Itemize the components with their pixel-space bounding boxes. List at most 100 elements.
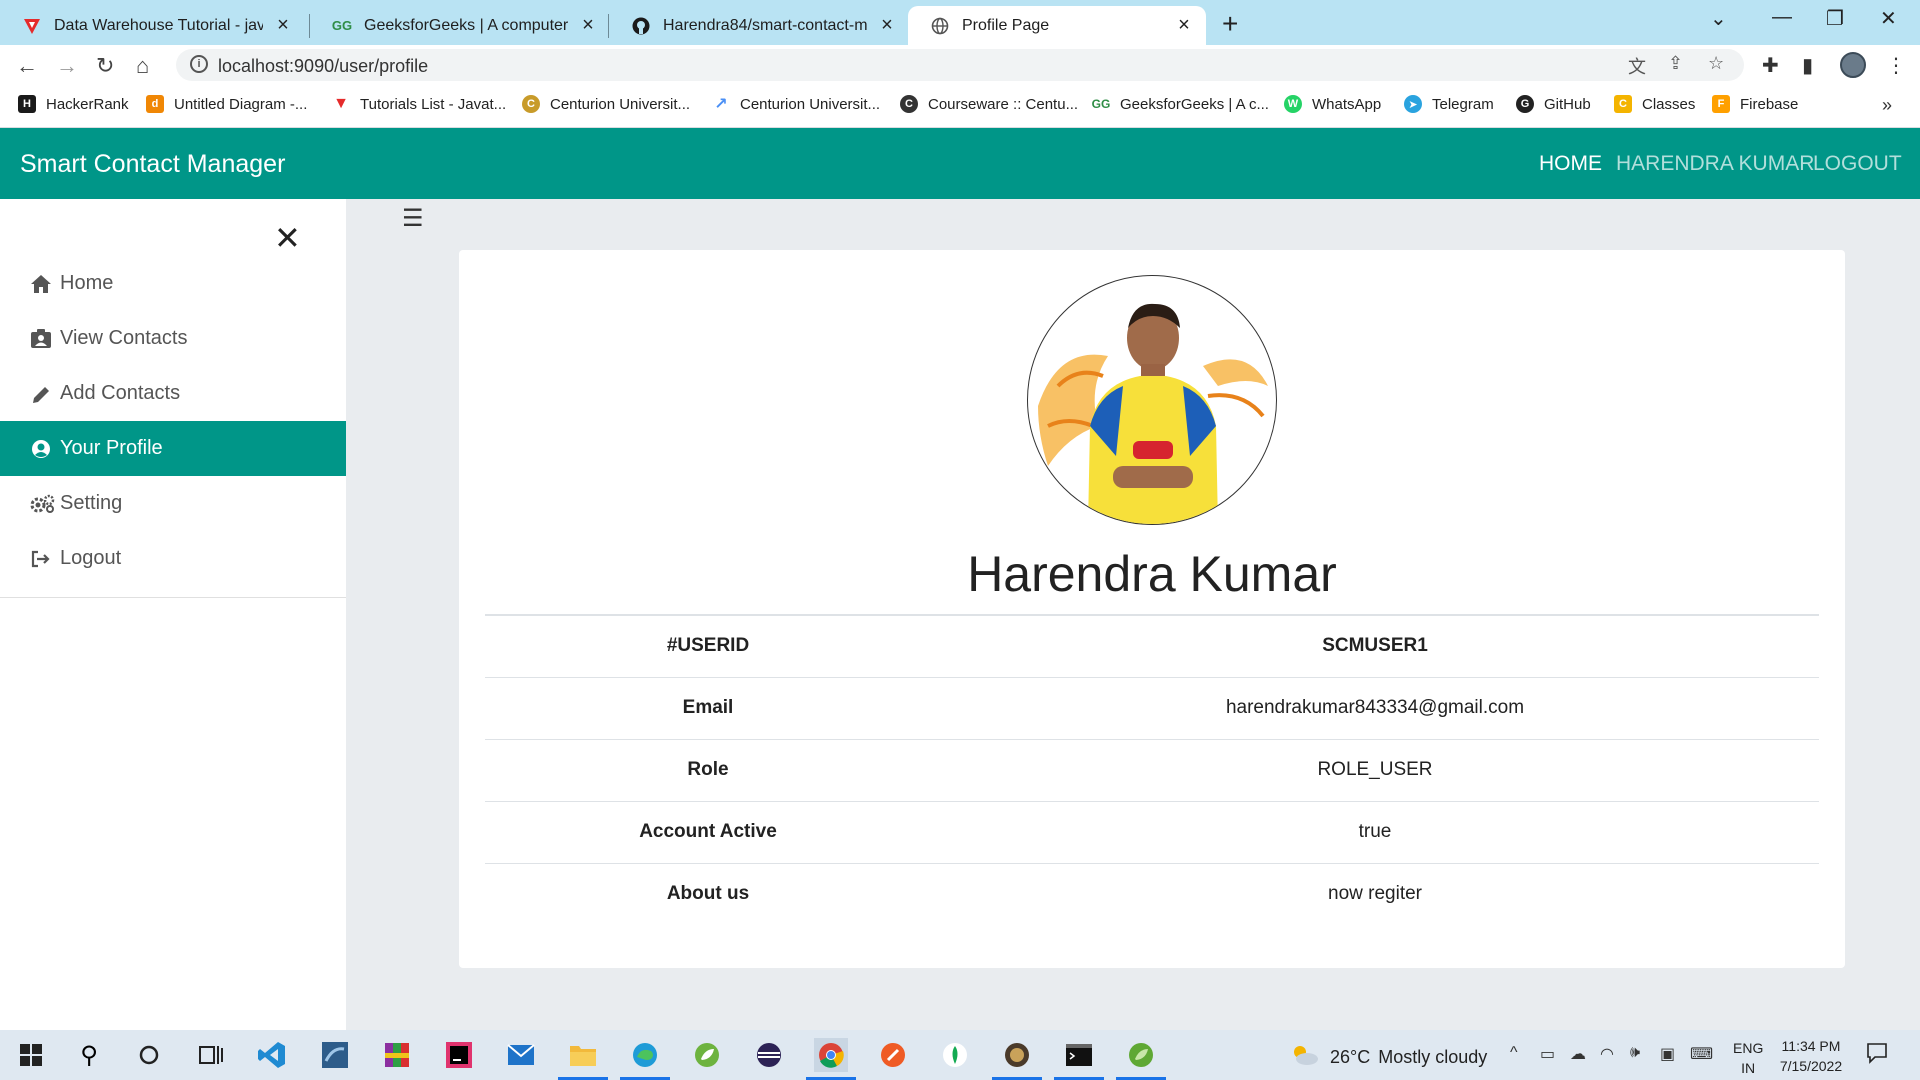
- spring-boot-icon[interactable]: [1124, 1038, 1158, 1072]
- translate-icon[interactable]: 文: [1628, 53, 1646, 79]
- new-tab-button[interactable]: +: [1222, 8, 1238, 40]
- menu-kebab-icon[interactable]: ⋮: [1886, 53, 1906, 78]
- bookmark-label: GitHub: [1544, 95, 1591, 113]
- reload-icon[interactable]: ↻: [96, 53, 114, 79]
- minimize-icon[interactable]: —: [1772, 6, 1792, 29]
- terminal-icon[interactable]: [1062, 1038, 1096, 1072]
- share-icon[interactable]: ⇪: [1668, 53, 1683, 74]
- meet-now-icon[interactable]: ▣: [1660, 1044, 1675, 1064]
- maximize-icon[interactable]: ❐: [1826, 6, 1844, 31]
- mysql-workbench-icon[interactable]: [318, 1038, 352, 1072]
- edge-icon[interactable]: [628, 1038, 662, 1072]
- intellij-icon[interactable]: [442, 1038, 476, 1072]
- nav-home-link[interactable]: HOME: [1539, 152, 1602, 176]
- weather-widget[interactable]: 26°C Mostly cloudy: [1290, 1044, 1487, 1071]
- bookmark-item[interactable]: H HackerRank: [18, 95, 129, 113]
- bookmark-label: Centurion Universit...: [740, 95, 881, 113]
- app-icon[interactable]: [1000, 1038, 1034, 1072]
- file-explorer-icon[interactable]: [566, 1038, 600, 1072]
- side-panel-icon[interactable]: ▮: [1802, 53, 1813, 78]
- more-bookmarks-icon[interactable]: »: [1882, 95, 1892, 116]
- row-value: ROLE_USER: [931, 738, 1819, 801]
- bookmark-item[interactable]: ▼ Tutorials List - Javat...: [332, 95, 506, 113]
- spring-tools-icon[interactable]: [690, 1038, 724, 1072]
- forward-arrow-icon[interactable]: →: [56, 53, 78, 79]
- search-icon[interactable]: ⚲: [72, 1038, 106, 1072]
- vscode-icon[interactable]: [255, 1038, 289, 1072]
- clock-date: 7/15/2022: [1779, 1058, 1843, 1074]
- task-view-icon[interactable]: [194, 1038, 228, 1072]
- user-circle-icon: [30, 439, 56, 459]
- back-arrow-icon[interactable]: ←: [16, 53, 38, 79]
- postman-icon[interactable]: [876, 1038, 910, 1072]
- language-indicator[interactable]: ENG IN: [1733, 1038, 1763, 1078]
- close-tab-icon[interactable]: ×: [578, 14, 598, 37]
- profile-avatar-icon[interactable]: [1840, 52, 1866, 78]
- sidebar-item-home[interactable]: Home: [0, 256, 346, 311]
- nav-user-link[interactable]: HARENDRA KUMAR: [1616, 152, 1814, 176]
- winrar-icon[interactable]: [380, 1038, 414, 1072]
- bookmarks-bar: H HackerRank d Untitled Diagram -... ▼ T…: [0, 85, 1920, 128]
- sidebar-item-your-profile[interactable]: Your Profile: [0, 421, 346, 476]
- bookmark-label: Classes: [1642, 95, 1696, 113]
- brand-title[interactable]: Smart Contact Manager: [20, 150, 285, 179]
- browser-tab-github[interactable]: Harendra84/smart-contact-manager ×: [609, 6, 909, 45]
- sidebar-item-setting[interactable]: Setting: [0, 476, 346, 531]
- close-tab-icon[interactable]: ×: [273, 14, 293, 37]
- keyboard-icon[interactable]: ⌨: [1690, 1044, 1713, 1064]
- sidebar-item-view-contacts[interactable]: View Contacts: [0, 311, 346, 366]
- sidebar-item-logout[interactable]: Logout: [0, 531, 346, 586]
- onedrive-icon[interactable]: ☁: [1570, 1044, 1586, 1064]
- table-row: About us now regiter: [485, 862, 1819, 925]
- bookmark-item[interactable]: C Classes: [1614, 95, 1695, 113]
- close-tab-icon[interactable]: ×: [1174, 14, 1194, 37]
- nav-logout-link[interactable]: LOGOUT: [1813, 152, 1902, 176]
- bookmark-item[interactable]: GG GeeksforGeeks | A c...: [1092, 95, 1269, 113]
- bookmark-item[interactable]: d Untitled Diagram -...: [146, 95, 307, 113]
- tab-search-icon[interactable]: ⌄: [1710, 6, 1727, 31]
- cloudy-weather-icon: [1290, 1044, 1320, 1071]
- pencil-icon: [30, 384, 56, 404]
- browser-tab-javatpoint[interactable]: Data Warehouse Tutorial - javatpoint ×: [0, 6, 305, 45]
- site-info-icon[interactable]: i: [190, 55, 208, 73]
- close-tab-icon[interactable]: ×: [877, 14, 897, 37]
- chrome-icon[interactable]: [814, 1038, 848, 1072]
- profile-card: Harendra Kumar #USERID SCMUSER1 Email ha…: [459, 250, 1845, 968]
- browser-tab-profile-page[interactable]: Profile Page ×: [908, 6, 1206, 45]
- bookmark-item[interactable]: ➤ Telegram: [1404, 95, 1494, 113]
- system-clock[interactable]: 11:34 PM 7/15/2022: [1776, 1036, 1846, 1076]
- row-key: Account Active: [485, 800, 931, 863]
- bookmark-label: WhatsApp: [1312, 95, 1382, 113]
- eclipse-icon[interactable]: [752, 1038, 786, 1072]
- hamburger-menu-icon[interactable]: ☰: [402, 204, 424, 233]
- url-bar[interactable]: i localhost:9090/user/profile 文 ⇪ ☆: [176, 49, 1744, 81]
- javatpoint-icon: ▼: [333, 95, 349, 112]
- home-icon[interactable]: ⌂: [136, 53, 149, 79]
- bookmark-item[interactable]: ↗ Centurion Universit...: [712, 95, 881, 114]
- bookmark-star-icon[interactable]: ☆: [1708, 53, 1724, 74]
- bookmark-item[interactable]: C Centurion Universit...: [522, 95, 690, 113]
- mongodb-icon[interactable]: [938, 1038, 972, 1072]
- mail-icon[interactable]: [504, 1038, 538, 1072]
- globe-icon: [930, 16, 950, 36]
- url-text: localhost:9090/user/profile: [218, 56, 429, 76]
- extensions-icon[interactable]: ✚: [1762, 53, 1779, 78]
- windows-start-icon[interactable]: [14, 1038, 48, 1072]
- browser-tab-geeksforgeeks[interactable]: GG GeeksforGeeks | A computer science po…: [310, 6, 610, 45]
- notifications-icon[interactable]: [1866, 1042, 1888, 1069]
- wifi-icon[interactable]: ◠: [1600, 1044, 1614, 1064]
- cortana-icon[interactable]: [132, 1038, 166, 1072]
- battery-icon[interactable]: ▭: [1540, 1044, 1555, 1064]
- table-row: Email harendrakumar843334@gmail.com: [485, 676, 1819, 739]
- bookmark-label: Tutorials List - Javat...: [360, 95, 507, 113]
- sidebar-item-add-contacts[interactable]: Add Contacts: [0, 366, 346, 421]
- bookmark-item[interactable]: C Courseware :: Centu...: [900, 95, 1078, 113]
- window-close-icon[interactable]: ✕: [1880, 6, 1897, 31]
- bookmark-item[interactable]: F Firebase: [1712, 95, 1798, 113]
- volume-icon[interactable]: 🕪: [1630, 1044, 1640, 1062]
- show-hidden-icons-icon[interactable]: ^: [1510, 1044, 1518, 1062]
- bookmark-item[interactable]: W WhatsApp: [1284, 95, 1381, 113]
- bookmark-item[interactable]: G GitHub: [1516, 95, 1591, 113]
- close-sidebar-icon[interactable]: ✕: [274, 219, 301, 257]
- gfg-icon: GG: [331, 18, 353, 33]
